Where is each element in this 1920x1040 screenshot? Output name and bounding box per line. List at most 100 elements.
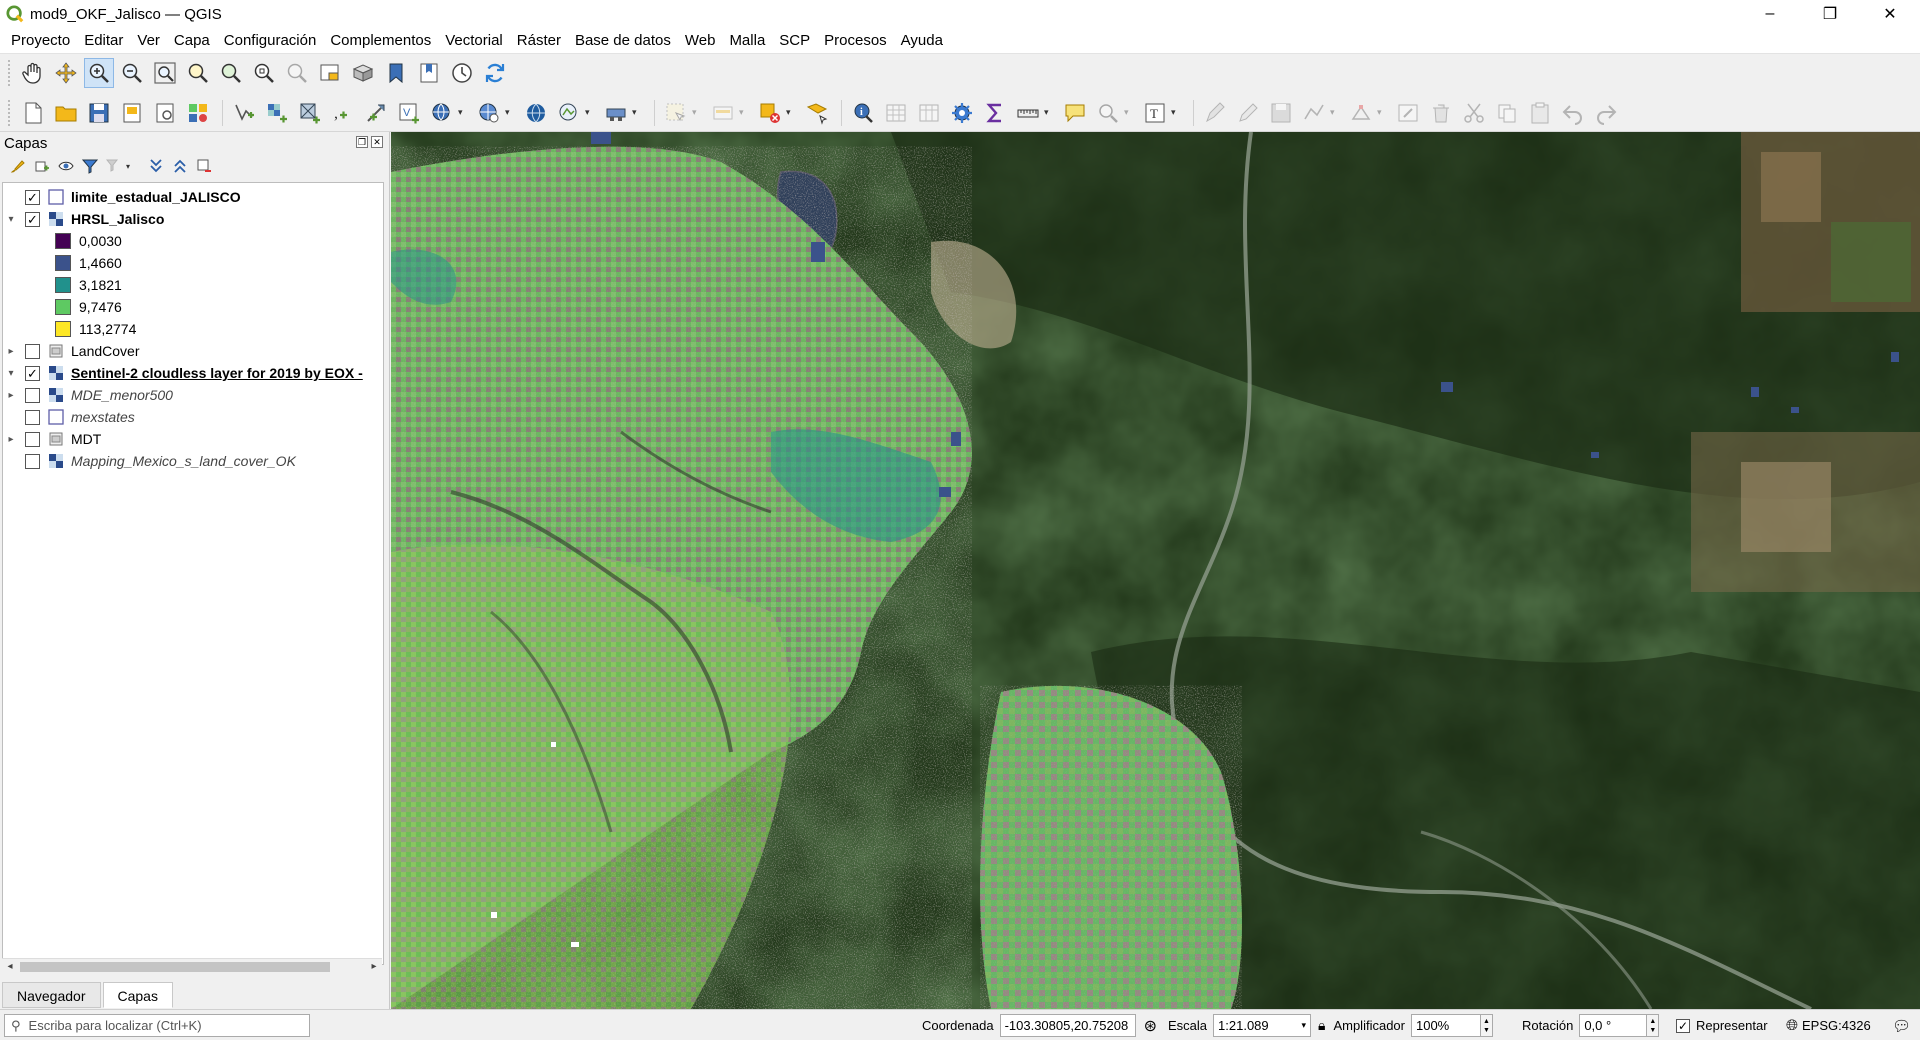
dropdown-arrow[interactable]: ▾: [786, 107, 796, 118]
tab-capas[interactable]: Capas: [102, 982, 173, 1008]
rotation-field[interactable]: 0,0 °: [1579, 1014, 1648, 1037]
menu-proyecto[interactable]: Proyecto: [4, 28, 77, 54]
new-print-layout-button[interactable]: [117, 98, 147, 128]
layer-visibility-checkbox[interactable]: ✓: [25, 365, 40, 381]
add-wfs-layer-button[interactable]: [474, 98, 504, 128]
open-project-button[interactable]: [51, 98, 81, 128]
expand-all-button[interactable]: [146, 156, 166, 176]
zoom-in-button[interactable]: [84, 58, 114, 88]
layer-expander[interactable]: ▸: [3, 346, 19, 357]
layer-item[interactable]: ▸ MDT: [3, 428, 383, 450]
locator-search-field[interactable]: ⚲ Escriba para localizar (Ctrl+K): [4, 1014, 310, 1037]
globe-icon[interactable]: 🌐︎: [1786, 1017, 1798, 1034]
pan-to-selection-button[interactable]: [51, 58, 81, 88]
statistical-summary-button[interactable]: [980, 98, 1010, 128]
zoom-feature-button[interactable]: [1093, 98, 1123, 128]
magnifier-spinner[interactable]: ▲ ▼: [1480, 1014, 1493, 1037]
magnifier-field[interactable]: 100%: [1410, 1014, 1481, 1037]
delete-selected-button[interactable]: [1426, 98, 1456, 128]
layer-expander[interactable]: ▾: [3, 214, 19, 225]
add-arcgis-layer-button[interactable]: [601, 98, 631, 128]
temporal-controller-button[interactable]: [447, 58, 477, 88]
scale-combobox[interactable]: 1:21.089 ▾: [1213, 1014, 1312, 1037]
layer-visibility-checkbox[interactable]: [25, 387, 40, 403]
tab-navegador[interactable]: Navegador: [2, 982, 101, 1008]
save-project-button[interactable]: [84, 98, 114, 128]
current-edits-button[interactable]: [1200, 98, 1230, 128]
measure-line-button[interactable]: [1013, 98, 1043, 128]
zoom-to-layer-button[interactable]: [216, 58, 246, 88]
save-edits-button[interactable]: [1266, 98, 1296, 128]
messages-icon[interactable]: 💬︎: [1892, 1017, 1911, 1035]
menu-procesos[interactable]: Procesos: [817, 28, 894, 54]
layer-visibility-checkbox[interactable]: [25, 453, 40, 469]
new-bookmark-button[interactable]: [381, 58, 411, 88]
undo-button[interactable]: [1558, 98, 1588, 128]
close-panel-button[interactable]: ✕: [371, 136, 383, 148]
paste-features-button[interactable]: [1525, 98, 1555, 128]
manage-map-themes-button[interactable]: [56, 156, 76, 176]
toolbar-handle[interactable]: [8, 99, 12, 126]
layout-manager-button[interactable]: [150, 98, 180, 128]
menu-ver[interactable]: Ver: [130, 28, 167, 54]
layer-item[interactable]: ▸ LandCover: [3, 340, 383, 362]
layer-item[interactable]: ▾ ✓ Sentinel-2 cloudless layer for 2019 …: [3, 362, 383, 384]
refresh-button[interactable]: [480, 58, 510, 88]
open-attribute-table-button[interactable]: [881, 98, 911, 128]
lock-scale-icon[interactable]: 🔒︎: [1318, 1017, 1325, 1034]
select-by-value-button[interactable]: [708, 98, 738, 128]
menu-ayuda[interactable]: Ayuda: [894, 28, 950, 54]
add-virtual-layer-button[interactable]: V: [394, 98, 424, 128]
zoom-last-button[interactable]: [282, 58, 312, 88]
layer-visibility-checkbox[interactable]: [25, 409, 40, 425]
new-map-view-button[interactable]: [315, 58, 345, 88]
dropdown-arrow[interactable]: ▾: [1330, 107, 1340, 118]
dropdown-arrow[interactable]: ▾: [1044, 107, 1054, 118]
layer-visibility-checkbox[interactable]: [25, 431, 40, 447]
style-manager-button[interactable]: [183, 98, 213, 128]
dropdown-arrow[interactable]: ▾: [585, 107, 595, 118]
minimize-button[interactable]: –: [1740, 0, 1800, 28]
layer-expander[interactable]: ▾: [3, 368, 19, 379]
scrollbar-thumb[interactable]: [20, 961, 330, 972]
close-button[interactable]: ✕: [1860, 0, 1920, 28]
zoom-native-button[interactable]: [249, 58, 279, 88]
text-annotation-button[interactable]: T: [1140, 98, 1170, 128]
select-by-location-button[interactable]: [802, 98, 832, 128]
layer-styling-button[interactable]: [8, 156, 28, 176]
horizontal-scrollbar[interactable]: ◂ ▸: [2, 958, 382, 974]
map-canvas[interactable]: [391, 132, 1920, 1009]
add-vector-tile-button[interactable]: [554, 98, 584, 128]
maximize-button[interactable]: ❐: [1800, 0, 1860, 28]
add-group-button[interactable]: [32, 156, 52, 176]
add-wms-layer-button[interactable]: [427, 98, 457, 128]
remove-layer-button[interactable]: [194, 156, 214, 176]
scroll-left-icon[interactable]: ◂: [2, 961, 18, 972]
add-mesh-layer-button[interactable]: [295, 98, 325, 128]
layer-item[interactable]: mexstates: [3, 406, 383, 428]
filter-legend-button[interactable]: [80, 156, 100, 176]
layer-expander[interactable]: ▸: [3, 390, 19, 401]
modify-attributes-button[interactable]: [1393, 98, 1423, 128]
dropdown-arrow[interactable]: ▾: [632, 107, 642, 118]
map-tips-button[interactable]: [1060, 98, 1090, 128]
zoom-to-selection-button[interactable]: [183, 58, 213, 88]
menu-malla[interactable]: Malla: [722, 28, 772, 54]
add-vector-layer-button[interactable]: [229, 98, 259, 128]
select-features-button[interactable]: [661, 98, 691, 128]
collapse-all-button[interactable]: [170, 156, 190, 176]
dropdown-arrow[interactable]: ▾: [1171, 107, 1181, 118]
add-raster-layer-button[interactable]: [262, 98, 292, 128]
processing-toolbox-button[interactable]: [947, 98, 977, 128]
coordinate-field[interactable]: -103.30805,20.75208: [999, 1014, 1136, 1037]
zoom-out-button[interactable]: [117, 58, 147, 88]
digitize-button[interactable]: [1299, 98, 1329, 128]
rotation-spinner[interactable]: ▲ ▼: [1647, 1014, 1660, 1037]
menu-web[interactable]: Web: [678, 28, 723, 54]
layer-expander[interactable]: ▸: [3, 434, 19, 445]
layer-visibility-checkbox[interactable]: [25, 343, 40, 359]
render-checkbox[interactable]: ✓: [1676, 1018, 1690, 1033]
filter-by-expression-button[interactable]: [104, 156, 124, 176]
menu-configuracion[interactable]: Configuración: [217, 28, 324, 54]
identify-features-button[interactable]: i: [848, 98, 878, 128]
